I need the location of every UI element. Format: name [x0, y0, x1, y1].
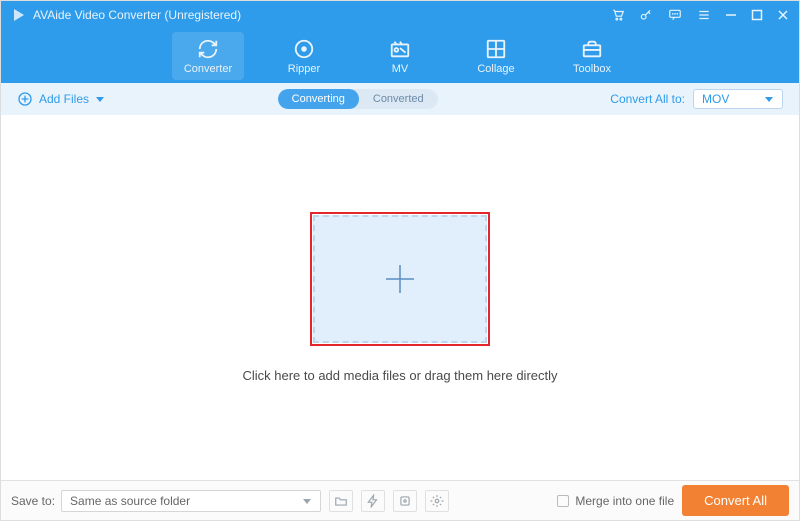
- key-icon[interactable]: [639, 8, 653, 22]
- checkbox-icon: [557, 495, 569, 507]
- convert-all-button[interactable]: Convert All: [682, 485, 789, 516]
- main-area: Click here to add media files or drag th…: [1, 115, 799, 480]
- add-media-dropzone[interactable]: [313, 215, 487, 343]
- tab-label: Ripper: [288, 63, 320, 75]
- tab-label: Collage: [477, 63, 514, 75]
- tab-converter[interactable]: Converter: [172, 32, 244, 80]
- main-tabs: Converter Ripper MV Collage Toolbox: [1, 29, 799, 83]
- toolbar: Add Files Converting Converted Convert A…: [1, 83, 799, 115]
- merge-checkbox[interactable]: Merge into one file: [557, 494, 674, 508]
- high-speed-button[interactable]: [393, 490, 417, 512]
- save-to-select[interactable]: Same as source folder: [61, 490, 321, 512]
- chevron-down-icon: [95, 94, 105, 104]
- feedback-icon[interactable]: [667, 8, 683, 22]
- plus-icon: [380, 259, 420, 299]
- plus-circle-icon: [17, 91, 33, 107]
- titlebar: AVAide Video Converter (Unregistered): [1, 1, 799, 29]
- ripper-icon: [293, 38, 315, 60]
- add-files-label: Add Files: [39, 92, 89, 106]
- tab-label: Converter: [184, 63, 232, 75]
- titlebar-controls: [611, 8, 789, 22]
- tab-label: Toolbox: [573, 63, 611, 75]
- chevron-down-icon: [764, 94, 774, 104]
- footer: Save to: Same as source folder Merge int…: [1, 480, 799, 520]
- tab-toolbox[interactable]: Toolbox: [556, 32, 628, 80]
- tab-collage[interactable]: Collage: [460, 32, 532, 80]
- save-to-label: Save to:: [11, 494, 55, 508]
- close-button[interactable]: [777, 9, 789, 21]
- tab-ripper[interactable]: Ripper: [268, 32, 340, 80]
- app-title: AVAide Video Converter (Unregistered): [33, 8, 611, 22]
- converted-tab[interactable]: Converted: [359, 89, 438, 109]
- add-files-button[interactable]: Add Files: [17, 91, 105, 107]
- open-folder-button[interactable]: [329, 490, 353, 512]
- app-logo-icon: [11, 7, 27, 23]
- merge-label: Merge into one file: [575, 494, 674, 508]
- save-to: Save to: Same as source folder: [11, 490, 321, 512]
- app-window: AVAide Video Converter (Unregistered) Co…: [0, 0, 800, 521]
- menu-icon[interactable]: [697, 8, 711, 22]
- converting-tab[interactable]: Converting: [278, 89, 359, 109]
- converter-icon: [197, 38, 219, 60]
- convert-all-label: Convert All to:: [610, 92, 685, 106]
- output-format-select[interactable]: MOV: [693, 89, 783, 109]
- hardware-accel-button[interactable]: [361, 490, 385, 512]
- maximize-button[interactable]: [751, 9, 763, 21]
- chevron-down-icon: [302, 496, 312, 506]
- drop-hint: Click here to add media files or drag th…: [242, 368, 557, 383]
- convert-all-to: Convert All to: MOV: [610, 89, 783, 109]
- cart-icon[interactable]: [611, 8, 625, 22]
- tab-mv[interactable]: MV: [364, 32, 436, 80]
- save-to-value: Same as source folder: [70, 494, 190, 508]
- settings-button[interactable]: [425, 490, 449, 512]
- mv-icon: [389, 38, 411, 60]
- tab-label: MV: [392, 63, 409, 75]
- output-format-value: MOV: [702, 92, 729, 106]
- status-filter: Converting Converted: [278, 89, 438, 109]
- drop-zone-highlight: [310, 212, 490, 346]
- toolbox-icon: [581, 38, 603, 60]
- minimize-button[interactable]: [725, 9, 737, 21]
- collage-icon: [485, 38, 507, 60]
